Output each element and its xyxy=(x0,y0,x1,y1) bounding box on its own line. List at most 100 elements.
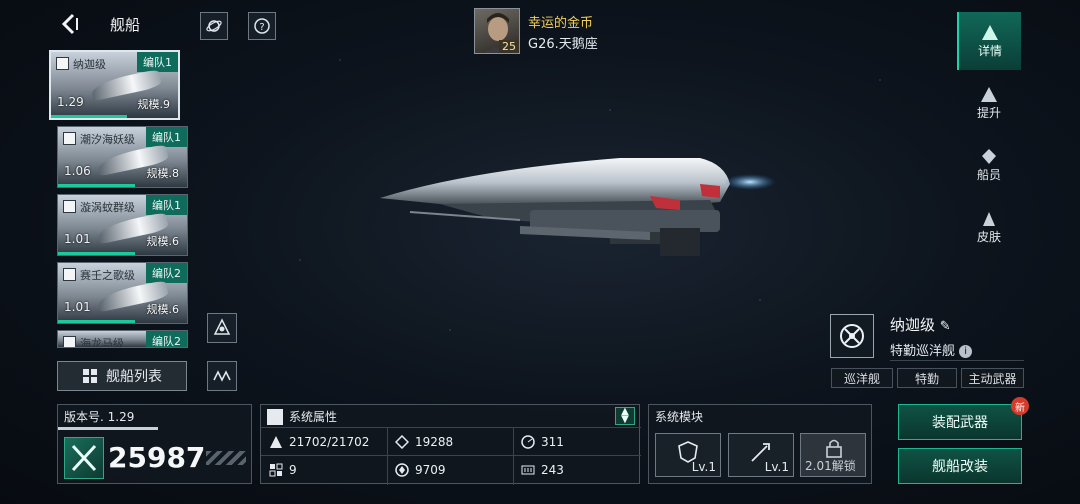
ship-card-name: 赛壬之歌级 xyxy=(80,269,135,282)
chevron-left-icon xyxy=(61,13,78,35)
divider xyxy=(513,427,514,485)
planet-icon xyxy=(206,20,222,32)
refit-label: 舰船改装 xyxy=(932,459,988,475)
ship-card-scale: 规模.6 xyxy=(146,235,180,248)
ship-card-version: 1.06 xyxy=(64,164,91,178)
tab-upgrade[interactable]: 提升 xyxy=(957,74,1021,132)
stat-hull: 21702/21702 xyxy=(269,435,369,449)
ship-card-version: 1.29 xyxy=(57,95,84,109)
ship-type-text: 特勤巡洋舰 xyxy=(890,344,956,359)
attributes-icon xyxy=(267,409,283,425)
ship-render xyxy=(380,158,776,256)
stat-armor: 19288 xyxy=(394,434,453,450)
class-icon xyxy=(56,57,69,70)
tab-label: 提升 xyxy=(976,105,1001,120)
help-button[interactable]: ? xyxy=(248,12,276,40)
tab-crew[interactable]: 船员 xyxy=(957,136,1021,194)
version-bar xyxy=(58,427,158,430)
stat-grid: 9 xyxy=(269,463,297,477)
stat-value: 9 xyxy=(289,463,297,477)
expand-toggle[interactable]: ▲ ▼ xyxy=(615,407,635,425)
progress-bar xyxy=(58,320,136,323)
ship-card-name: 潮汐海妖级 xyxy=(80,133,135,146)
tab-details[interactable]: 详情 xyxy=(957,12,1021,70)
stat-value: 21702/21702 xyxy=(289,435,370,449)
divider xyxy=(261,427,641,428)
version-panel: 版本号. 1.29 25987 xyxy=(57,404,252,484)
fleet-badge: 编队1 xyxy=(146,195,187,215)
class-icon xyxy=(63,132,76,145)
hull-icon xyxy=(269,435,283,449)
energy-icon xyxy=(521,463,535,477)
ship-list-label: 舰船列表 xyxy=(106,369,162,385)
ship-list-button[interactable]: 舰船列表 xyxy=(57,361,187,391)
ship-card-1[interactable]: 纳迦级 编队1 1.29 规模.9 xyxy=(49,50,180,120)
svg-text:?: ? xyxy=(259,22,264,33)
divider xyxy=(387,427,388,485)
modules-title: 系统模块 xyxy=(655,410,704,424)
tab-label: 详情 xyxy=(977,43,1002,58)
skin-icon xyxy=(983,211,995,226)
speed-icon xyxy=(521,435,535,449)
tab-skin[interactable]: 皮肤 xyxy=(957,198,1021,256)
fleet-badge: 编队2 xyxy=(146,331,187,347)
ship-card-scale: 规模.9 xyxy=(137,98,171,111)
ship-card-5[interactable]: 海龙马级 编队2 xyxy=(57,330,188,348)
ship-card-2[interactable]: 潮汐海妖级 编队1 1.06 规模.8 xyxy=(57,126,188,188)
class-icon xyxy=(63,336,76,347)
equip-weapon-button[interactable]: 装配武器 新 xyxy=(898,397,1029,440)
compare-button[interactable] xyxy=(207,361,237,391)
stat-energy: 243 xyxy=(521,463,564,477)
class-icon xyxy=(63,268,76,281)
ship-card-4[interactable]: 赛壬之歌级 编队2 1.01 规模.6 xyxy=(57,262,188,324)
armor-icon xyxy=(394,434,410,450)
ship-model[interactable] xyxy=(320,140,800,270)
crossed-swords-icon xyxy=(71,444,97,472)
module-level: Lv.1 xyxy=(691,460,716,474)
edit-icon[interactable]: ✎ xyxy=(940,319,951,334)
ship-card-version: 1.01 xyxy=(64,232,91,246)
server-name: G26.天鹅座 xyxy=(528,37,598,52)
module-level: Lv.1 xyxy=(764,460,789,474)
refit-ship-button[interactable]: 舰船改装 xyxy=(898,448,1022,484)
ship-type: 特勤巡洋舰 i xyxy=(890,340,973,359)
tab-label: 皮肤 xyxy=(976,229,1001,244)
ship-name-text: 纳迦级 xyxy=(890,316,936,334)
grid-icon xyxy=(269,463,283,477)
module-slot-1[interactable]: Lv.1 xyxy=(655,433,721,477)
module-slot-2[interactable]: Lv.1 xyxy=(728,433,794,477)
stat-value: 9709 xyxy=(415,463,446,477)
lock-icon xyxy=(826,439,842,458)
info-icon[interactable]: i xyxy=(959,345,973,358)
commander-name: 幸运的金币 xyxy=(528,16,594,31)
planet-button[interactable] xyxy=(200,12,228,40)
power-emblem xyxy=(64,437,104,479)
commander-avatar[interactable]: 25 xyxy=(474,8,520,54)
help-icon: ? xyxy=(254,18,270,34)
upgrade-icon xyxy=(981,86,997,102)
crew-icon xyxy=(982,148,996,164)
ship-name: 纳迦级 ✎ xyxy=(890,314,951,335)
progress-bar xyxy=(51,115,128,118)
detail-tabs: 详情 提升 船员 皮肤 xyxy=(957,12,1021,260)
ship-card-3[interactable]: 漩涡蚊群级 编队1 1.01 规模.6 xyxy=(57,194,188,256)
stat-value: 311 xyxy=(541,435,564,449)
combat-power: 25987 xyxy=(108,441,206,474)
tag-special: 特勤 xyxy=(897,368,957,388)
unlock-requirement: 2.01解锁 xyxy=(805,459,856,473)
page-title: 舰船 xyxy=(110,16,141,34)
stat-shield: 9709 xyxy=(395,463,446,477)
progress-bar xyxy=(58,184,136,187)
version-label: 版本号. 1.29 xyxy=(64,410,135,424)
grid-icon xyxy=(83,369,97,383)
target-icon xyxy=(840,324,864,348)
equip-label: 装配武器 xyxy=(932,415,988,431)
divider xyxy=(890,360,1024,361)
attributes-title: 系统属性 xyxy=(289,410,338,424)
back-button[interactable] xyxy=(58,12,82,36)
tag-cruiser: 巡洋舰 xyxy=(831,368,893,388)
new-badge: 新 xyxy=(1011,397,1029,415)
module-slot-3-locked[interactable]: 2.01解锁 xyxy=(800,433,866,477)
progress-bar xyxy=(58,252,136,255)
fleet-filter-button[interactable] xyxy=(207,313,237,343)
